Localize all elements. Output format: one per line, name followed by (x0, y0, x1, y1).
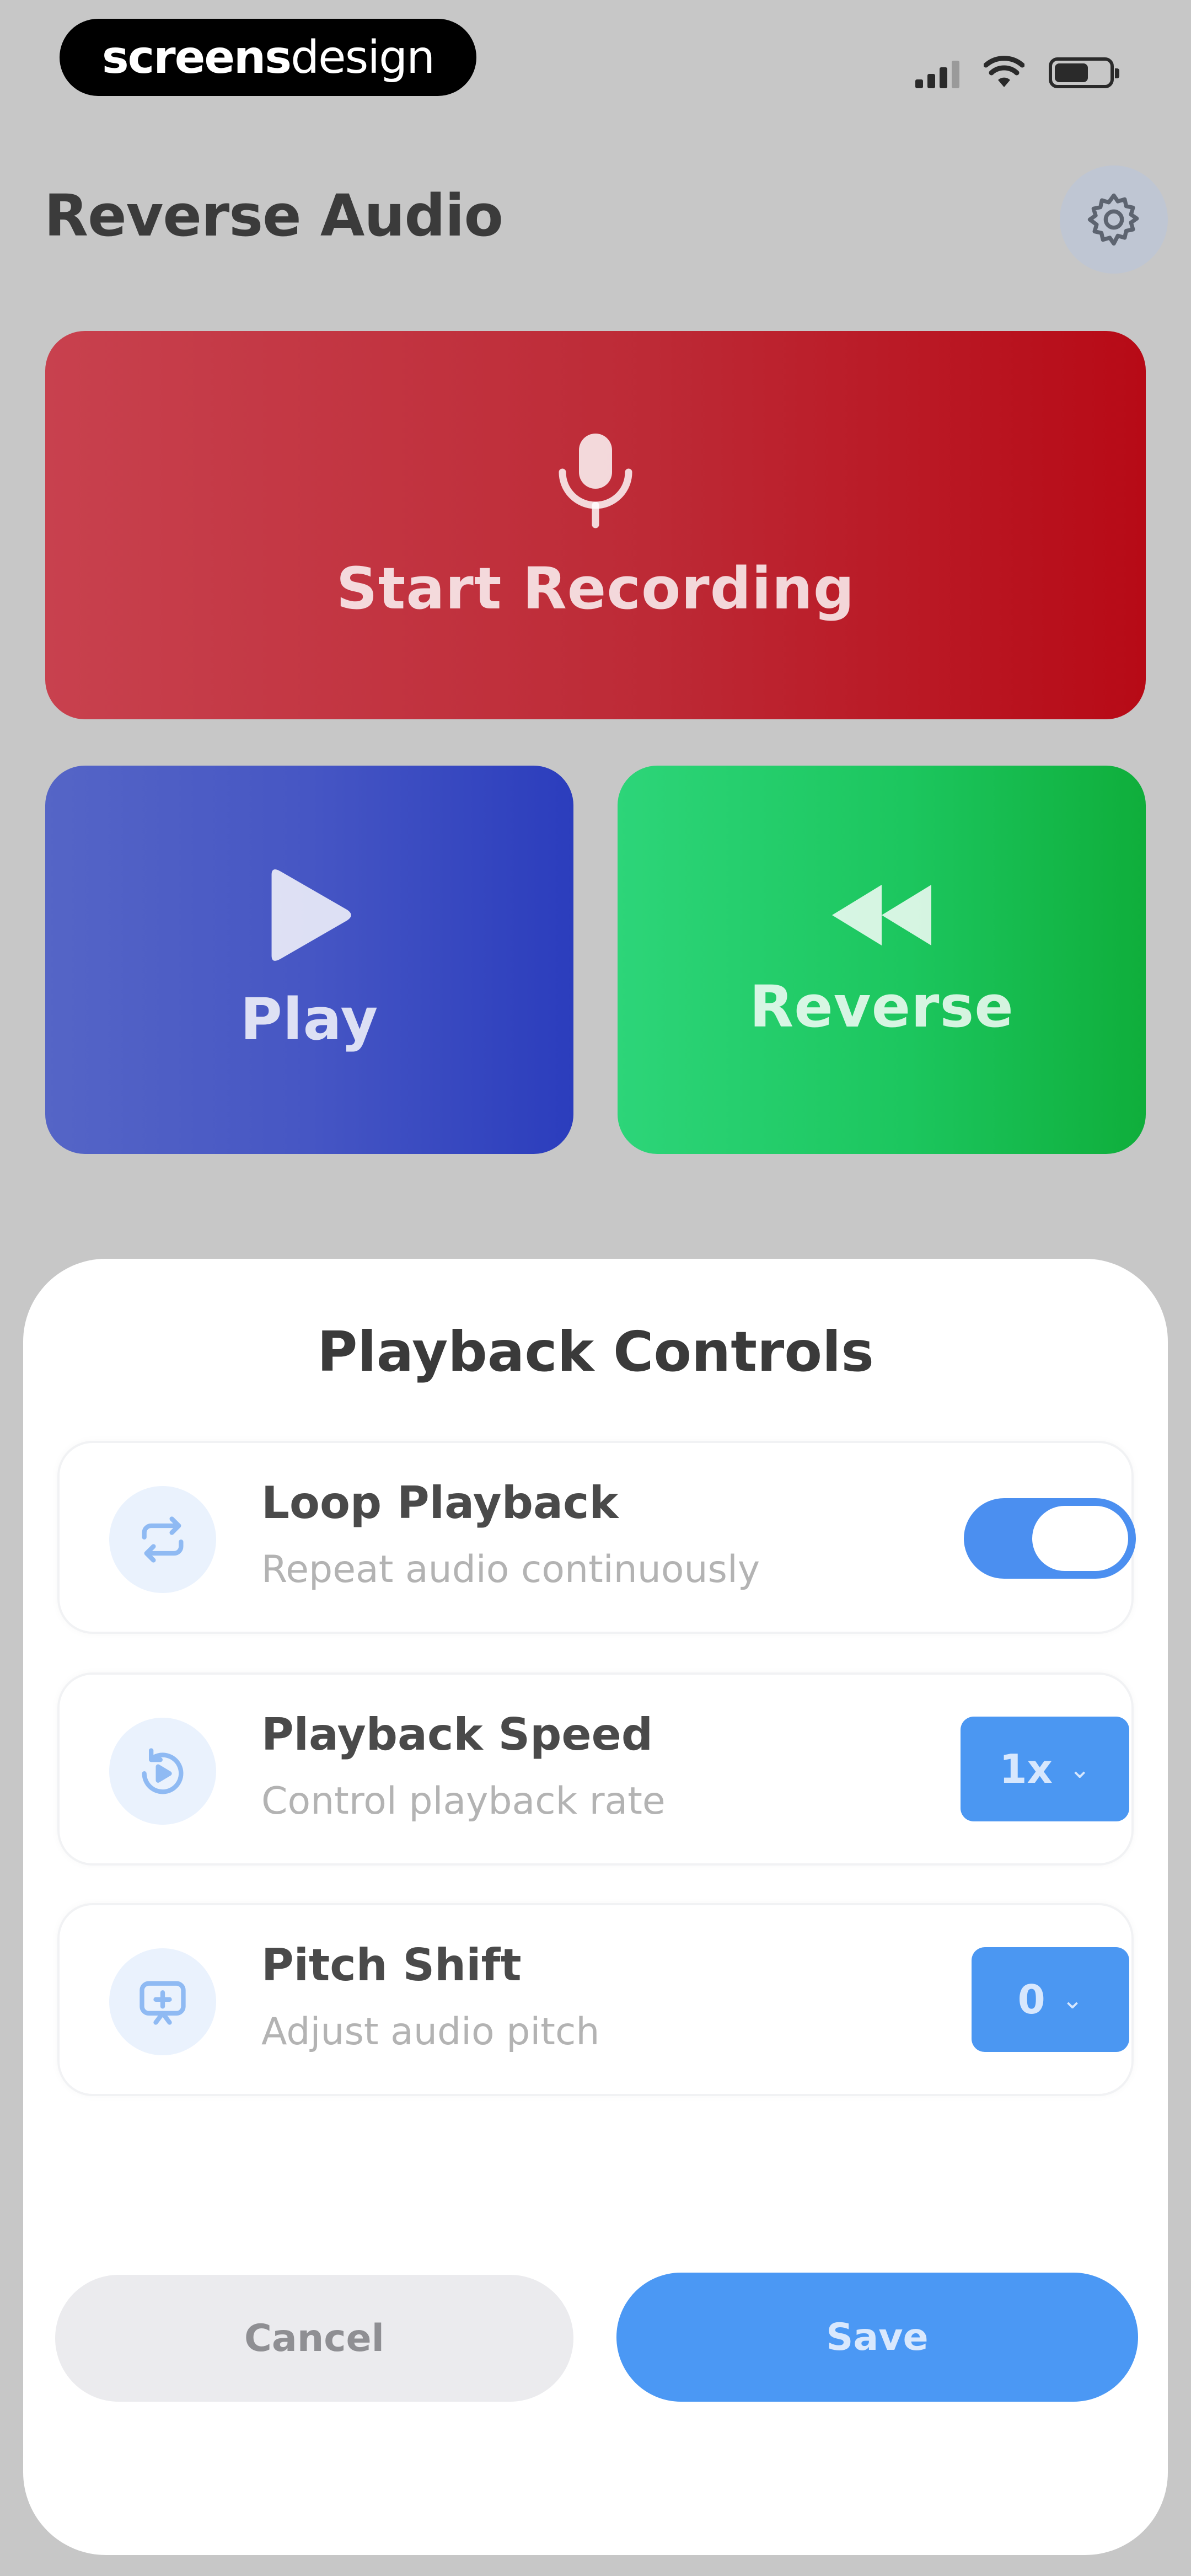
playback-speed-subtitle: Control playback rate (261, 1779, 666, 1823)
pitch-shift-title: Pitch Shift (261, 1939, 522, 1991)
sheet-title: Playback Controls (317, 1319, 874, 1384)
brand-logo-bold: screens (101, 31, 292, 84)
playback-speed-value: 1x (999, 1746, 1053, 1792)
microphone-icon (559, 434, 632, 528)
save-button[interactable]: Save (616, 2273, 1138, 2402)
pitch-shift-select[interactable]: 0 ⌄ (972, 1947, 1129, 2052)
speed-icon (109, 1718, 216, 1825)
pitch-shift-value: 0 (1017, 1976, 1045, 2023)
loop-playback-row: Loop Playback Repeat audio continuously (57, 1441, 1136, 1634)
play-button[interactable]: Play (45, 766, 573, 1154)
start-recording-button[interactable]: Start Recording (45, 331, 1146, 719)
brand-logo: screens design (60, 19, 476, 96)
signal-icon (915, 57, 959, 88)
rewind-icon (832, 885, 931, 945)
start-recording-label: Start Recording (336, 555, 855, 622)
reverse-label: Reverse (749, 973, 1014, 1040)
chevron-down-icon: ⌄ (1069, 1754, 1091, 1784)
wifi-icon (984, 56, 1024, 87)
chevron-down-icon: ⌄ (1061, 1985, 1083, 2014)
cancel-button[interactable]: Cancel (55, 2275, 573, 2402)
gear-icon (1087, 193, 1139, 246)
play-icon (271, 869, 351, 961)
pitch-shift-subtitle: Adjust audio pitch (261, 2010, 600, 2054)
pitch-icon (109, 1948, 216, 2055)
playback-speed-title: Playback Speed (261, 1709, 653, 1760)
pitch-shift-row: Pitch Shift Adjust audio pitch 0 ⌄ (57, 1903, 1134, 2096)
status-icons (915, 50, 1119, 88)
page-title: Reverse Audio (44, 182, 503, 249)
playback-controls-sheet: Playback Controls Loop Playback Repeat a… (23, 1259, 1168, 2555)
playback-speed-row: Playback Speed Control playback rate 1x … (57, 1672, 1134, 1866)
repeat-icon (109, 1486, 216, 1593)
loop-playback-toggle[interactable] (964, 1498, 1136, 1579)
reverse-button[interactable]: Reverse (618, 766, 1146, 1154)
loop-playback-subtitle: Repeat audio continuously (261, 1548, 760, 1591)
playback-speed-select[interactable]: 1x ⌄ (961, 1717, 1129, 1821)
play-label: Play (240, 986, 379, 1053)
settings-button[interactable] (1060, 165, 1168, 274)
toggle-knob (1032, 1506, 1128, 1571)
battery-icon (1049, 57, 1119, 88)
loop-playback-title: Loop Playback (261, 1477, 619, 1529)
app-screen: screens design Reverse Audio Start Record… (0, 0, 1191, 2576)
brand-logo-light: design (291, 31, 435, 84)
